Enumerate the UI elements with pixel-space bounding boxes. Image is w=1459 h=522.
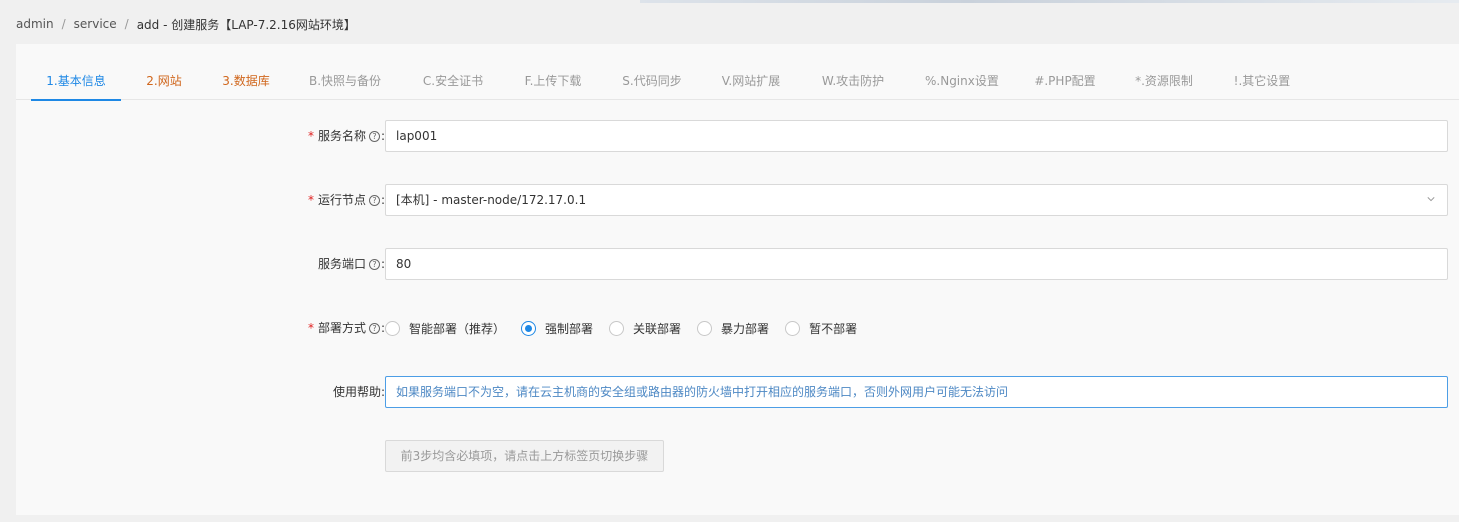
radio-circle[interactable] — [385, 320, 400, 336]
radio-smart-deploy[interactable]: 智能部署（推荐） — [385, 320, 505, 337]
question-circle-icon[interactable]: ? — [368, 130, 380, 142]
radio-force-deploy[interactable]: 强制部署 — [521, 320, 593, 337]
breadcrumb-item-service[interactable]: service — [74, 17, 117, 31]
top-decorative-strip — [640, 0, 1459, 3]
row-help: 使用帮助: 如果服务端口不为空，请在云主机商的安全组或路由器的防火墙中打开相应的… — [16, 376, 1459, 408]
radio-circle[interactable] — [521, 320, 537, 336]
question-circle-icon[interactable]: ? — [368, 258, 380, 270]
help-text-box: 如果服务端口不为空，请在云主机商的安全组或路由器的防火墙中打开相应的服务端口，否… — [385, 376, 1448, 408]
submit-button-disabled[interactable]: 前3步均含必填项，请点击上方标签页切换步骤 — [385, 440, 664, 472]
breadcrumb: admin / service / add - 创建服务【LAP-7.2.16网… — [16, 16, 356, 32]
service-port-input[interactable]: 80 — [385, 248, 1448, 280]
breadcrumb-item-admin[interactable]: admin — [16, 17, 54, 31]
breadcrumb-separator: / — [61, 17, 66, 31]
service-name-input[interactable]: lap001 — [385, 120, 1448, 152]
tab-basic-info[interactable]: 1.基本信息 — [31, 62, 121, 101]
run-node-label: * 运行节点 ?: — [308, 184, 385, 216]
help-label: 使用帮助: — [332, 385, 385, 399]
question-circle-icon[interactable]: ? — [368, 194, 380, 206]
required-star: * — [307, 321, 314, 335]
radio-circle[interactable] — [697, 320, 713, 336]
row-service-name: * 服务名称 ?: lap001 — [16, 120, 1459, 152]
tab-upload-download[interactable]: F.上传下载 — [521, 62, 585, 100]
radio-circle[interactable] — [785, 320, 801, 336]
service-port-label: 服务端口 ?: — [317, 257, 385, 271]
tab-php-config[interactable]: #.PHP配置 — [1034, 62, 1096, 100]
tab-website[interactable]: 2.网站 — [144, 62, 184, 100]
deploy-mode-label: * 部署方式 ?: — [308, 312, 385, 344]
radio-no-deploy[interactable]: 暂不部署 — [785, 320, 857, 337]
breadcrumb-current: add - 创建服务【LAP-7.2.16网站环境】 — [136, 17, 356, 32]
tab-ssl-certificate[interactable]: C.安全证书 — [421, 62, 485, 100]
row-run-node: * 运行节点 ?: [本机] - master-node/172.17.0.1 — [16, 184, 1459, 216]
tab-site-extension[interactable]: V.网站扩展 — [719, 62, 783, 100]
question-circle-icon[interactable]: ? — [368, 322, 380, 334]
form-panel: 1.基本信息 2.网站 3.数据库 B.快照与备份 C.安全证书 F.上传下载 … — [16, 44, 1459, 515]
run-node-value: [本机] - master-node/172.17.0.1 — [396, 193, 587, 207]
service-name-label: * 服务名称 ?: — [308, 120, 385, 152]
required-star: * — [307, 129, 314, 143]
breadcrumb-separator: / — [124, 17, 129, 31]
tab-code-sync[interactable]: S.代码同步 — [620, 62, 684, 100]
tab-nginx-settings[interactable]: %.Nginx设置 — [925, 62, 999, 100]
required-star: * — [307, 193, 314, 207]
chevron-down-icon — [1427, 197, 1435, 202]
radio-circle[interactable] — [609, 320, 625, 336]
step-tabs: 1.基本信息 2.网站 3.数据库 B.快照与备份 C.安全证书 F.上传下载 … — [16, 62, 1459, 101]
tab-database[interactable]: 3.数据库 — [220, 62, 272, 100]
run-node-select[interactable]: [本机] - master-node/172.17.0.1 — [385, 184, 1448, 216]
tab-snapshot-backup[interactable]: B.快照与备份 — [308, 62, 382, 100]
radio-brute-deploy[interactable]: 暴力部署 — [697, 320, 769, 337]
tab-other-settings[interactable]: !.其它设置 — [1231, 62, 1293, 100]
deploy-mode-radio-group: 智能部署（推荐） 强制部署 关联部署 暴力部署 暂不部署 — [385, 312, 873, 344]
tab-resource-limit[interactable]: *.资源限制 — [1133, 62, 1195, 100]
row-deploy-mode: * 部署方式 ?: 智能部署（推荐） 强制部署 关联部署 暴力部署 暂不部署 — [16, 312, 1459, 344]
tab-attack-protection[interactable]: W.攻击防护 — [820, 62, 886, 100]
radio-linked-deploy[interactable]: 关联部署 — [609, 320, 681, 337]
row-service-port: 服务端口 ?: 80 — [16, 248, 1459, 280]
